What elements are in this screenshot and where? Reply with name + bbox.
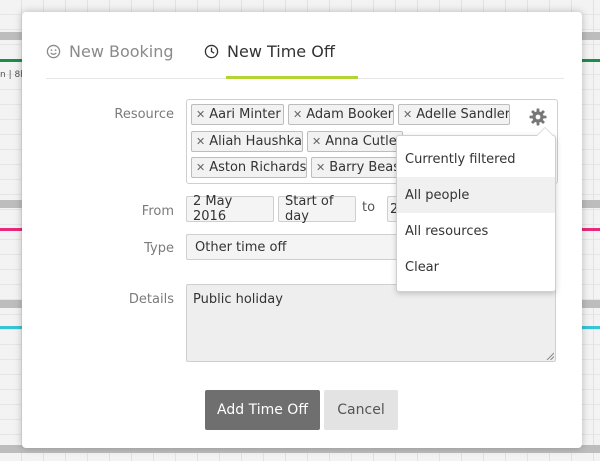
tab-new-time-off-label: New Time Off [227,42,335,61]
resource-chip-label: Aari Minter [209,107,281,122]
resource-chip-label: Barry Beasl [329,160,397,175]
remove-chip-icon[interactable]: ✕ [293,108,302,121]
tab-new-booking[interactable]: New Booking [46,42,174,61]
tab-new-booking-label: New Booking [69,42,174,61]
details-label: Details [128,292,174,307]
resource-chip: ✕ Aliah Haushka [191,131,303,152]
remove-chip-icon[interactable]: ✕ [196,135,205,148]
type-select[interactable]: Other time off [186,234,414,260]
resource-chip-label: Aliah Haushka [209,134,302,149]
resource-chip-label: Adelle Sandler [416,107,510,122]
remove-chip-icon[interactable]: ✕ [196,108,205,121]
gear-icon[interactable] [528,107,548,127]
from-label: From [141,204,174,219]
clock-icon [204,44,219,59]
to-label: to [362,200,376,215]
resource-chip: ✕ Anna Cutler [307,131,403,152]
menu-item-currently-filtered[interactable]: Currently filtered [397,141,555,177]
resource-chip-label: Anna Cutler [325,134,403,149]
type-select-value: Other time off [195,239,287,255]
cancel-button[interactable]: Cancel [324,390,398,430]
resource-label: Resource [114,107,174,122]
from-period-select[interactable]: Start of day [278,194,356,224]
type-label: Type [144,241,174,256]
menu-pointer-fill [537,128,553,136]
resource-chip: ✕ Adelle Sandler [398,104,510,125]
resource-chip: ✕ Aari Minter [191,104,284,125]
modal-tabs: New Booking New Time Off [46,32,564,79]
details-textarea[interactable]: Public holiday [186,284,556,362]
remove-chip-icon[interactable]: ✕ [316,161,325,174]
resize-grip-icon[interactable] [546,352,554,360]
remove-chip-icon[interactable]: ✕ [312,135,321,148]
menu-item-all-resources[interactable]: All resources [397,213,555,249]
menu-item-all-people[interactable]: All people [397,177,555,213]
new-time-off-modal: New Booking New Time Off Resource ✕ Aari… [22,12,582,448]
resource-chip: ✕ Aston Richards [191,157,307,178]
from-date-field[interactable]: 2 May 2016 [186,194,274,224]
resource-quick-select-menu: Currently filtered All people All resour… [396,127,556,292]
resource-chip: ✕ Adam Booker [288,104,394,125]
resource-chip: ✕ Barry Beasl [311,157,397,178]
remove-chip-icon[interactable]: ✕ [196,161,205,174]
smiley-icon [46,44,61,59]
remove-chip-icon[interactable]: ✕ [403,108,412,121]
add-time-off-button[interactable]: Add Time Off [205,390,320,430]
tab-new-time-off[interactable]: New Time Off [204,42,335,61]
menu-item-clear[interactable]: Clear [397,249,555,285]
active-tab-indicator [226,76,358,79]
resource-chip-label: Aston Richards [209,160,307,175]
resource-chip-label: Adam Booker [306,107,394,122]
